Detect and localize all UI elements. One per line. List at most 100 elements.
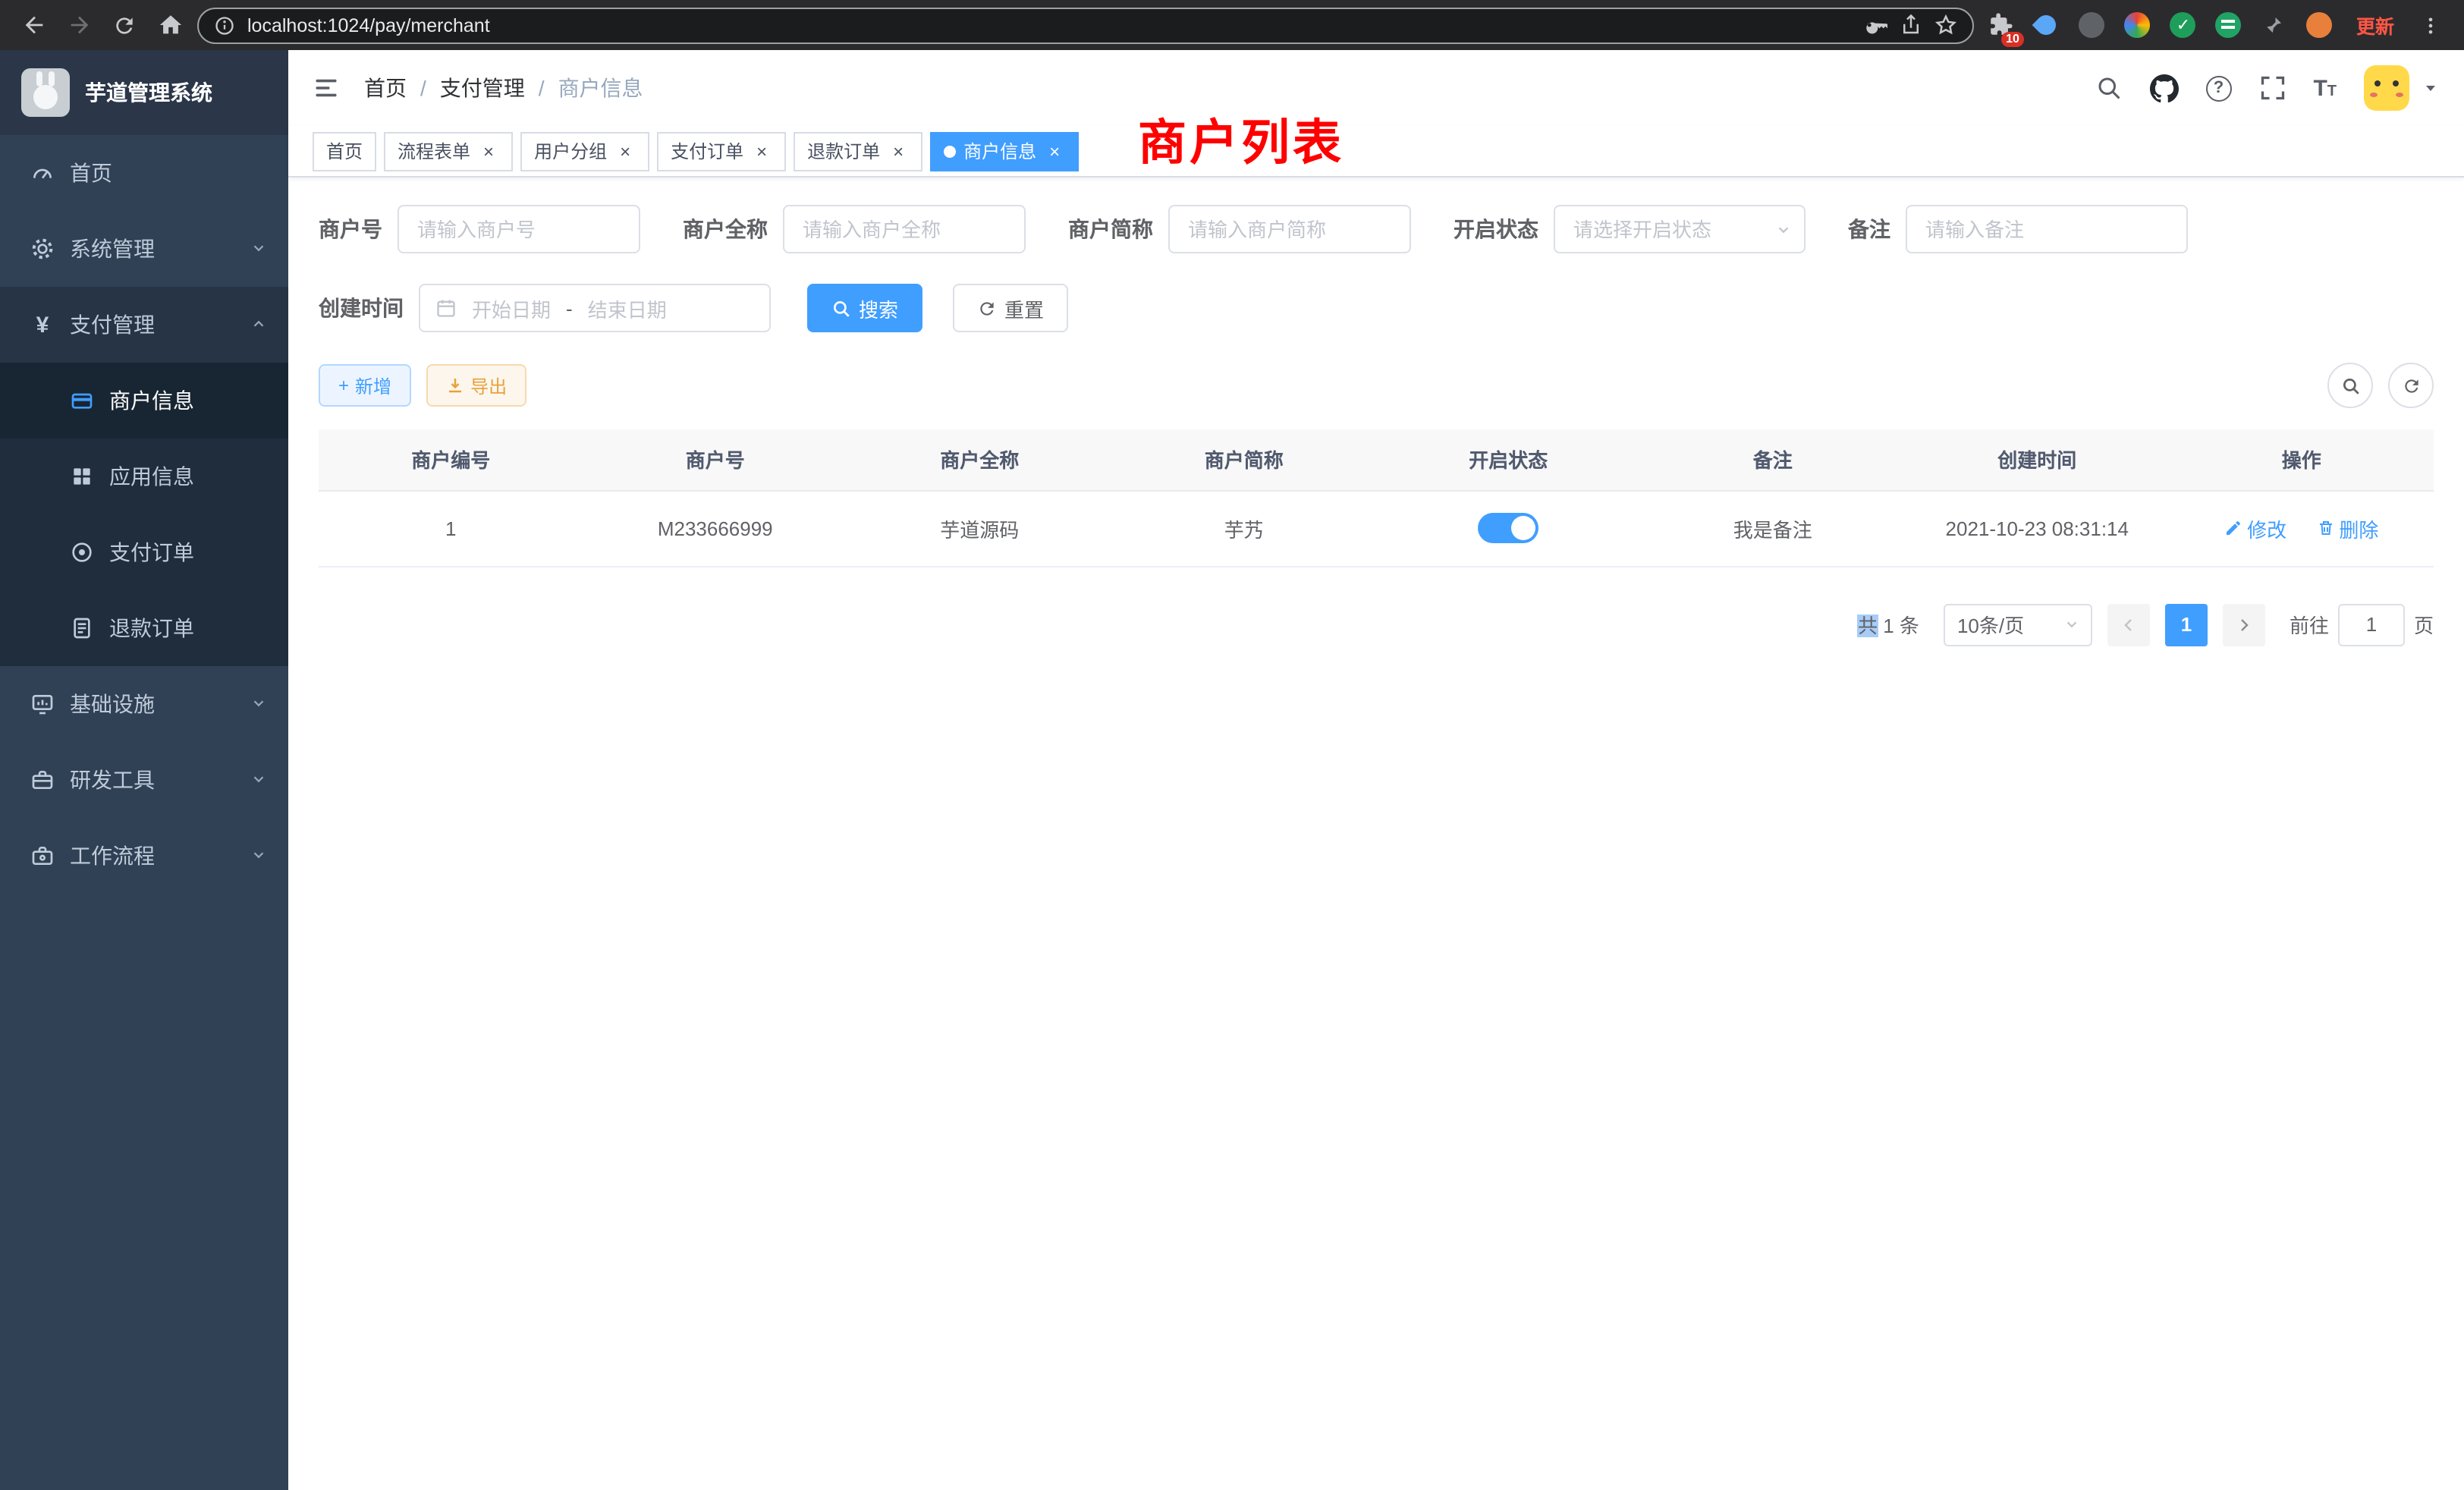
- refresh-icon: [977, 298, 997, 318]
- extension-dark-icon[interactable]: [2074, 7, 2110, 43]
- sidebar-item-system[interactable]: 系统管理: [0, 211, 288, 287]
- close-icon[interactable]: ×: [1044, 140, 1065, 162]
- sidebar-item-refund-orders[interactable]: 退款订单: [0, 590, 288, 666]
- home-button[interactable]: [152, 7, 188, 43]
- status-toggle[interactable]: [1478, 513, 1538, 543]
- tab-process-form[interactable]: 流程表单×: [384, 131, 513, 171]
- sidebar-item-merchant-info[interactable]: 商户信息: [0, 363, 288, 439]
- table-header-row: 商户编号 商户号 商户全称 商户简称 开启状态 备注 创建时间 操作: [319, 429, 2434, 490]
- pagination: 共 1 条 10条/页 1 前往 页: [319, 603, 2434, 646]
- chrome-menu-button[interactable]: [2412, 7, 2449, 43]
- bookmark-star-icon[interactable]: [1934, 14, 1957, 36]
- sidebar-item-payment[interactable]: ¥ 支付管理: [0, 287, 288, 363]
- password-key-icon[interactable]: [1865, 14, 1887, 36]
- close-icon[interactable]: ×: [751, 140, 772, 162]
- tab-merchant-info[interactable]: 商户信息×: [930, 131, 1079, 171]
- next-page-button[interactable]: [2223, 603, 2265, 646]
- sidebar: 芋道管理系统 首页 系统管理 ¥ 支付管理: [0, 50, 288, 1490]
- active-dot: [944, 145, 956, 157]
- sidebar-item-app-info[interactable]: 应用信息: [0, 439, 288, 514]
- github-icon[interactable]: [2149, 74, 2178, 102]
- caret-down-icon[interactable]: [2422, 79, 2440, 97]
- breadcrumb-home[interactable]: 首页: [364, 73, 407, 103]
- goto-page-input[interactable]: [2338, 603, 2405, 646]
- tab-user-group[interactable]: 用户分组×: [520, 131, 649, 171]
- date-end-placeholder[interactable]: 结束日期: [588, 294, 667, 322]
- share-icon[interactable]: [1900, 14, 1922, 36]
- extension-notes-icon[interactable]: [2211, 7, 2247, 43]
- delete-button[interactable]: 删除: [2316, 514, 2378, 542]
- user-avatar[interactable]: [2364, 65, 2409, 111]
- sidebar-item-label: 基础设施: [70, 689, 155, 719]
- page-number-1[interactable]: 1: [2165, 603, 2208, 646]
- extensions-puzzle-icon[interactable]: 10: [1983, 7, 2019, 43]
- col-short-name: 商户简称: [1112, 429, 1377, 490]
- full-name-input[interactable]: [783, 205, 1026, 253]
- prev-page-button[interactable]: [2107, 603, 2150, 646]
- remark-input[interactable]: [1906, 205, 2188, 253]
- extension-check-icon[interactable]: ✓: [2165, 7, 2202, 43]
- dashboard-icon: [30, 161, 55, 185]
- search-icon[interactable]: [2095, 74, 2122, 102]
- navbar: 首页 / 支付管理 / 商户信息 ? TT: [288, 50, 2464, 126]
- chevron-down-icon: [250, 768, 267, 792]
- refresh-table-button[interactable]: [2388, 363, 2434, 408]
- sidebar-item-home[interactable]: 首页: [0, 135, 288, 211]
- breadcrumb-current: 商户信息: [558, 73, 643, 103]
- hamburger-button[interactable]: [313, 74, 340, 102]
- sidebar-menu: 首页 系统管理 ¥ 支付管理 商户信息 应用信: [0, 135, 288, 1490]
- close-icon[interactable]: ×: [478, 140, 499, 162]
- chevron-down-icon: [250, 692, 267, 716]
- sidebar-item-label: 研发工具: [70, 765, 155, 795]
- tab-home[interactable]: 首页: [313, 131, 376, 171]
- back-icon: [20, 12, 46, 38]
- tab-refund-orders[interactable]: 退款订单×: [794, 131, 922, 171]
- sidebar-item-dev-tools[interactable]: 研发工具: [0, 742, 288, 818]
- table-row: 1 M233666999 芋道源码 芋艿 我是备注 2021-10-23 08:…: [319, 490, 2434, 566]
- app-logo[interactable]: 芋道管理系统: [0, 50, 288, 135]
- tab-payment-orders[interactable]: 支付订单×: [657, 131, 786, 171]
- search-button[interactable]: 搜索: [807, 284, 922, 332]
- chevron-right-icon: [2235, 615, 2253, 633]
- target-icon: [70, 540, 94, 564]
- sidebar-item-workflow[interactable]: 工作流程: [0, 818, 288, 894]
- reset-button[interactable]: 重置: [953, 284, 1068, 332]
- col-create-time: 创建时间: [1905, 429, 2170, 490]
- back-button[interactable]: [15, 7, 52, 43]
- status-select[interactable]: [1554, 205, 1806, 253]
- date-start-placeholder[interactable]: 开始日期: [472, 294, 551, 322]
- short-name-input[interactable]: [1168, 205, 1411, 253]
- add-button[interactable]: + 新增: [319, 364, 411, 407]
- chrome-update-button[interactable]: 更新: [2347, 6, 2403, 44]
- address-bar[interactable]: localhost:1024/pay/merchant: [197, 7, 1974, 43]
- toggle-search-button[interactable]: [2327, 363, 2373, 408]
- refresh-button[interactable]: [106, 7, 143, 43]
- home-icon: [157, 12, 183, 38]
- breadcrumb-payment[interactable]: 支付管理: [440, 73, 525, 103]
- extension-drop-icon[interactable]: [2029, 7, 2065, 43]
- goto-label: 前往: [2290, 610, 2329, 639]
- extension-avatar-icon[interactable]: [2120, 7, 2156, 43]
- edit-button[interactable]: 修改: [2224, 514, 2286, 542]
- close-icon[interactable]: ×: [614, 140, 636, 162]
- sidebar-item-payment-orders[interactable]: 支付订单: [0, 514, 288, 590]
- merchant-no-input[interactable]: [398, 205, 640, 253]
- close-icon[interactable]: ×: [888, 140, 909, 162]
- extension-pin-icon[interactable]: [2256, 7, 2293, 43]
- font-size-icon[interactable]: TT: [2313, 75, 2337, 101]
- export-button[interactable]: 导出: [426, 364, 526, 407]
- sidebar-item-infrastructure[interactable]: 基础设施: [0, 666, 288, 742]
- page-size-select[interactable]: 10条/页: [1944, 603, 2092, 646]
- profile-avatar-icon[interactable]: [2302, 7, 2338, 43]
- date-range-picker[interactable]: 开始日期 - 结束日期: [419, 284, 771, 332]
- info-icon[interactable]: [214, 14, 235, 36]
- url-text[interactable]: localhost:1024/pay/merchant: [247, 14, 490, 36]
- merchant-table: 商户编号 商户号 商户全称 商户简称 开启状态 备注 创建时间 操作 1: [319, 429, 2434, 567]
- forward-button[interactable]: [61, 7, 97, 43]
- fullscreen-icon[interactable]: [2258, 74, 2286, 102]
- status-label: 开启状态: [1454, 214, 1538, 244]
- help-icon[interactable]: ?: [2205, 75, 2231, 101]
- date-separator: -: [566, 297, 573, 319]
- remark-label: 备注: [1848, 214, 1890, 244]
- cell-create-time: 2021-10-23 08:31:14: [1905, 490, 2170, 566]
